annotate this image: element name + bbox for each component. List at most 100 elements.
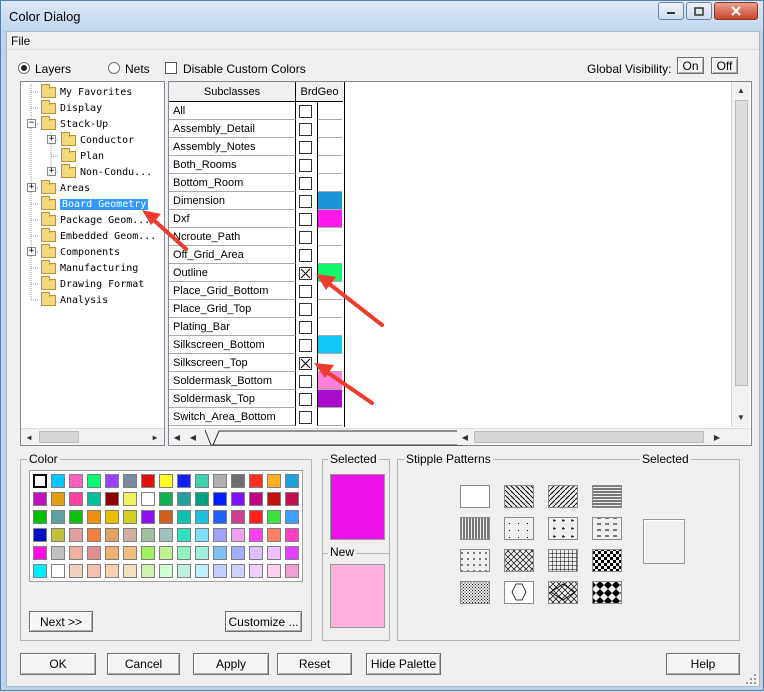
palette-swatch[interactable]	[105, 510, 119, 524]
subclass-visibility-checkbox[interactable]	[299, 249, 312, 262]
palette-swatch[interactable]	[159, 492, 173, 506]
palette-swatch[interactable]	[177, 510, 191, 524]
subclass-row[interactable]: Dxf	[169, 210, 344, 228]
conductor-expand-toggle[interactable]: +	[47, 135, 56, 144]
stipple-back-diagonal[interactable]	[504, 485, 534, 508]
stipple-plus[interactable]	[548, 517, 578, 540]
disable-custom-colors-checkbox[interactable]	[165, 62, 177, 74]
subclass-row[interactable]: All	[169, 102, 344, 120]
sheet-tab-icon[interactable]	[203, 429, 463, 446]
stipple-checker[interactable]	[592, 549, 622, 572]
palette-swatch[interactable]	[33, 474, 47, 488]
palette-swatch[interactable]	[69, 492, 83, 506]
palette-swatch[interactable]	[141, 474, 155, 488]
palette-swatch[interactable]	[177, 492, 191, 506]
grid-vscroll-thumb[interactable]	[735, 100, 748, 386]
subclass-visibility-checkbox[interactable]	[299, 357, 312, 370]
grid-hscrollbar[interactable]: ◀ ◀ ◀ ▶	[169, 428, 750, 446]
subclass-visibility-checkbox[interactable]	[299, 105, 312, 118]
help-button[interactable]: Help	[666, 653, 740, 675]
subclass-color-cell[interactable]	[317, 156, 342, 174]
subclass-row[interactable]: Silkscreen_Bottom	[169, 336, 344, 354]
palette-swatch[interactable]	[177, 564, 191, 578]
palette-swatch[interactable]	[33, 564, 47, 578]
scroll-prev-icon[interactable]: ◀	[185, 429, 201, 445]
palette-swatch[interactable]	[123, 564, 137, 578]
subclass-color-cell[interactable]	[317, 192, 342, 210]
palette-swatch[interactable]	[231, 510, 245, 524]
palette-swatch[interactable]	[141, 510, 155, 524]
subclass-color-cell[interactable]	[317, 372, 342, 390]
scroll-right-icon[interactable]: ▶	[709, 429, 725, 445]
scroll-left-icon[interactable]: ◀	[457, 429, 473, 445]
subclass-visibility-checkbox[interactable]	[299, 123, 312, 136]
subclass-color-cell[interactable]	[317, 102, 342, 120]
subclass-visibility-checkbox[interactable]	[299, 267, 312, 280]
palette-swatch[interactable]	[231, 564, 245, 578]
palette-swatch[interactable]	[33, 546, 47, 560]
palette-swatch[interactable]	[213, 510, 227, 524]
nets-radio[interactable]	[108, 62, 120, 74]
subclass-row[interactable]: Ncroute_Path	[169, 228, 344, 246]
palette-swatch[interactable]	[249, 546, 263, 560]
palette-swatch[interactable]	[177, 474, 191, 488]
palette-swatch[interactable]	[249, 564, 263, 578]
palette-swatch[interactable]	[33, 510, 47, 524]
palette-swatch[interactable]	[105, 474, 119, 488]
palette-swatch[interactable]	[267, 474, 281, 488]
palette-swatch[interactable]	[249, 510, 263, 524]
ok-button[interactable]: OK	[20, 653, 96, 675]
stipple-sparse-dots[interactable]	[504, 517, 534, 540]
areas-expand-toggle[interactable]: +	[27, 183, 36, 192]
palette-swatch[interactable]	[249, 528, 263, 542]
stack-up-collapse-toggle[interactable]: −	[27, 119, 36, 128]
close-button[interactable]	[714, 2, 758, 20]
tree-item[interactable]: Package Geom...	[41, 211, 150, 228]
customize-button[interactable]: Customize ...	[225, 611, 302, 632]
subclass-color-cell[interactable]	[317, 318, 342, 336]
subclass-visibility-checkbox[interactable]	[299, 141, 312, 154]
palette-swatch[interactable]	[87, 528, 101, 542]
palette-swatch[interactable]	[195, 546, 209, 560]
tree-item[interactable]: Areas	[41, 179, 90, 196]
tree-hscroll-thumb[interactable]	[39, 431, 79, 443]
palette-swatch[interactable]	[285, 528, 299, 542]
palette-swatch[interactable]	[195, 564, 209, 578]
palette-swatch[interactable]	[195, 510, 209, 524]
layers-radio[interactable]	[18, 62, 30, 74]
palette-swatch[interactable]	[159, 474, 173, 488]
palette-swatch[interactable]	[105, 492, 119, 506]
hide-palette-button[interactable]: Hide Palette	[366, 653, 441, 675]
palette-swatch[interactable]	[231, 546, 245, 560]
subclass-visibility-checkbox[interactable]	[299, 393, 312, 406]
tree-item[interactable]: Analysis	[41, 291, 108, 308]
palette-swatch[interactable]	[51, 528, 65, 542]
palette-swatch[interactable]	[87, 492, 101, 506]
tree-item[interactable]: Embedded Geom...	[41, 227, 156, 244]
stipple-diamonds[interactable]	[592, 581, 622, 604]
palette-swatch[interactable]	[51, 492, 65, 506]
subclass-visibility-checkbox[interactable]	[299, 195, 312, 208]
subclass-visibility-checkbox[interactable]	[299, 411, 312, 424]
global-off-button[interactable]: Off	[711, 57, 738, 74]
palette-swatch[interactable]	[87, 564, 101, 578]
subclass-row[interactable]: Soldermask_Top	[169, 390, 344, 408]
palette-swatch[interactable]	[69, 564, 83, 578]
components-expand-toggle[interactable]: +	[27, 247, 36, 256]
palette-swatch[interactable]	[195, 474, 209, 488]
reset-button[interactable]: Reset	[277, 653, 352, 675]
subclass-row[interactable]: Both_Rooms	[169, 156, 344, 174]
stipple-fine-dots[interactable]	[460, 581, 490, 604]
menu-file[interactable]: File	[11, 34, 30, 48]
tree-item[interactable]: My Favorites	[41, 83, 132, 100]
palette-swatch[interactable]	[177, 546, 191, 560]
stipple-crosshatch[interactable]	[504, 549, 534, 572]
subclass-color-cell[interactable]	[317, 120, 342, 138]
subclass-row[interactable]: Place_Grid_Top	[169, 300, 344, 318]
palette-swatch[interactable]	[69, 510, 83, 524]
palette-swatch[interactable]	[267, 528, 281, 542]
next-palette-button[interactable]: Next >>	[29, 611, 93, 632]
palette-swatch[interactable]	[123, 546, 137, 560]
subclass-visibility-checkbox[interactable]	[299, 159, 312, 172]
maximize-button[interactable]	[686, 2, 712, 20]
